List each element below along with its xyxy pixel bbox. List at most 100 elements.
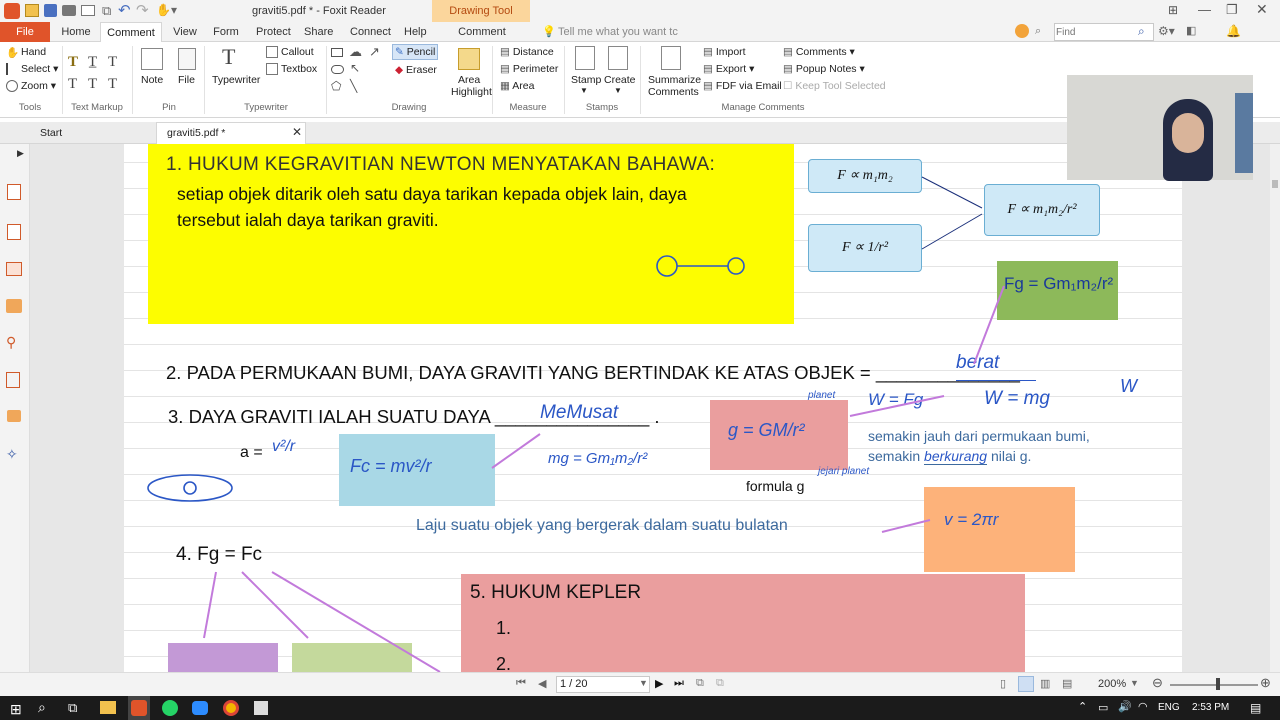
chrome-icon[interactable] <box>223 700 239 716</box>
zoom-in-icon[interactable]: ⊕ <box>1260 675 1271 691</box>
find-input[interactable] <box>1056 25 1136 39</box>
single-page-icon[interactable]: ▯ <box>1000 677 1006 690</box>
page-number-field[interactable]: 1 / 20 <box>560 678 588 690</box>
rectangle-icon[interactable] <box>331 48 343 57</box>
find-options-icon[interactable]: ⌕ <box>1035 25 1041 38</box>
create-button[interactable]: Create <box>604 74 636 86</box>
tab-protect[interactable]: Protect <box>250 22 292 42</box>
export-button[interactable]: ▤ Export ▾ <box>703 63 754 75</box>
scroll-thumb[interactable] <box>1272 180 1278 188</box>
oval-icon[interactable] <box>331 65 344 74</box>
app-icon[interactable] <box>4 3 20 19</box>
previous-page-icon[interactable]: ◀ <box>538 677 546 690</box>
continuous-icon[interactable] <box>1018 676 1034 692</box>
page-dropdown-icon[interactable]: ▼ <box>639 678 648 688</box>
perimeter-button[interactable]: ▤ Perimeter <box>500 63 558 75</box>
zoom-slider-thumb[interactable] <box>1216 678 1220 690</box>
undo-icon[interactable]: ↶ <box>118 1 131 19</box>
search-icon[interactable]: ⌕ <box>1138 24 1145 39</box>
area-highlight-label-2[interactable]: Highlight <box>451 86 492 98</box>
notification-icon[interactable]: ▤ <box>1250 701 1261 715</box>
task-view-icon[interactable]: ⧉ <box>68 700 77 716</box>
cloud-icon[interactable]: ☁ <box>349 44 362 60</box>
email-icon[interactable] <box>81 5 95 16</box>
layers-icon[interactable] <box>6 262 22 276</box>
file-explorer-icon[interactable] <box>100 701 116 714</box>
zoom-app-icon[interactable] <box>192 701 208 715</box>
tab-comment[interactable]: Comment <box>100 22 162 42</box>
sun-icon[interactable] <box>1015 24 1029 38</box>
volume-icon[interactable]: 🔊 <box>1118 700 1132 713</box>
restore-button[interactable]: ❐ <box>1226 2 1238 18</box>
tray-chevron-icon[interactable]: ⌃ <box>1078 700 1087 713</box>
eraser-button[interactable]: ◆ Eraser <box>395 64 437 76</box>
import-button[interactable]: ▤ Import <box>703 46 746 58</box>
skin-icon[interactable]: ◧ <box>1186 24 1196 37</box>
highlight-text-icon[interactable]: T <box>68 54 78 71</box>
underline-text-icon[interactable]: T̲ <box>88 54 97 71</box>
cover-icon[interactable]: ▤ <box>1062 677 1072 690</box>
notepad-icon[interactable] <box>254 701 268 715</box>
zoom-dropdown-icon[interactable]: ▼ <box>1130 678 1139 688</box>
stamp-dropdown-icon[interactable]: ▼ <box>580 86 588 95</box>
context-tab-drawing-tool[interactable]: Drawing Tool <box>432 0 530 22</box>
previous-view-icon[interactable]: ⧉ <box>696 677 704 690</box>
note-button[interactable]: Note <box>141 74 163 86</box>
whatsapp-icon[interactable] <box>162 700 178 716</box>
textbox-button[interactable]: Textbox <box>266 63 317 76</box>
gear-icon[interactable]: ⚙▾ <box>1158 24 1175 38</box>
redo-icon[interactable]: ↷ <box>136 1 149 19</box>
zoom-out-icon[interactable]: ⊖ <box>1152 675 1163 691</box>
ribbon-options-icon[interactable]: ⊞ <box>1168 3 1178 17</box>
close-button[interactable]: ✕ <box>1256 1 1268 18</box>
summarize-label-2[interactable]: Comments <box>648 86 699 98</box>
bell-icon[interactable]: 🔔 <box>1226 24 1241 38</box>
tell-me-input[interactable]: Tell me what you want tc <box>558 26 678 38</box>
open-icon[interactable] <box>25 4 39 17</box>
hand-tool-button[interactable]: ✋ Hand <box>6 46 46 59</box>
wand-icon[interactable]: ✧ <box>6 446 18 463</box>
typewriter-button[interactable]: Typewriter <box>212 74 260 86</box>
polygon-icon[interactable]: ⬠ <box>331 79 341 93</box>
language-indicator[interactable]: ENG <box>1158 702 1180 713</box>
battery-icon[interactable]: ▭ <box>1098 701 1108 714</box>
zoom-level[interactable]: 200% <box>1098 678 1126 690</box>
save-icon[interactable] <box>44 4 57 17</box>
tab-form[interactable]: Form <box>206 22 246 42</box>
fdf-email-button[interactable]: ▤ FDF via Email <box>703 80 782 92</box>
popup-notes-button[interactable]: ▤ Popup Notes ▾ <box>783 63 865 75</box>
area-button[interactable]: ▦ Area <box>500 80 534 92</box>
wifi-icon[interactable]: ◠ <box>1138 700 1148 713</box>
bookmark-icon[interactable] <box>7 224 21 240</box>
search-taskbar-icon[interactable]: ⌕ <box>38 699 46 716</box>
first-page-icon[interactable]: ⏮ <box>516 677 526 690</box>
callout-button[interactable]: Callout <box>266 46 314 59</box>
last-page-icon[interactable]: ⏭ <box>674 677 684 690</box>
next-page-icon[interactable]: ▶ <box>655 677 663 690</box>
minimize-button[interactable]: — <box>1198 2 1211 17</box>
attachments-icon[interactable]: ⚲ <box>6 334 16 351</box>
security-icon[interactable] <box>7 410 21 422</box>
print-icon[interactable] <box>62 5 76 16</box>
signatures-icon[interactable] <box>6 372 20 388</box>
select-tool-button[interactable]: Select ▾ <box>6 63 58 76</box>
summarize-label-1[interactable]: Summarize <box>648 74 701 86</box>
crop-icon[interactable]: ⧉ <box>102 3 111 19</box>
tab-file[interactable]: File <box>0 22 50 42</box>
tab-view[interactable]: View <box>166 22 204 42</box>
document-viewer[interactable]: 1. HUKUM KEGRAVITIAN NEWTON MENYATAKAN B… <box>30 144 1270 672</box>
arrow-icon[interactable]: ↖ <box>350 61 360 75</box>
hand-icon[interactable]: ✋▾ <box>156 3 177 17</box>
tab-share[interactable]: Share <box>298 22 338 42</box>
next-view-icon[interactable]: ⧉ <box>716 677 724 690</box>
zoom-slider[interactable] <box>1170 684 1258 686</box>
file-attach-button[interactable]: File <box>178 74 195 86</box>
stamp-button[interactable]: Stamp <box>571 74 601 86</box>
zoom-tool-button[interactable]: Zoom ▾ <box>6 80 56 93</box>
vertical-scrollbar[interactable] <box>1270 144 1280 672</box>
pencil-button[interactable]: ✎ Pencil <box>395 46 435 58</box>
comments-menu-button[interactable]: ▤ Comments ▾ <box>783 46 855 58</box>
doc-tab-graviti5[interactable]: graviti5.pdf * <box>156 122 306 144</box>
foxit-taskbar-item[interactable] <box>128 696 150 720</box>
polyline-icon[interactable]: ↗ <box>369 44 380 60</box>
